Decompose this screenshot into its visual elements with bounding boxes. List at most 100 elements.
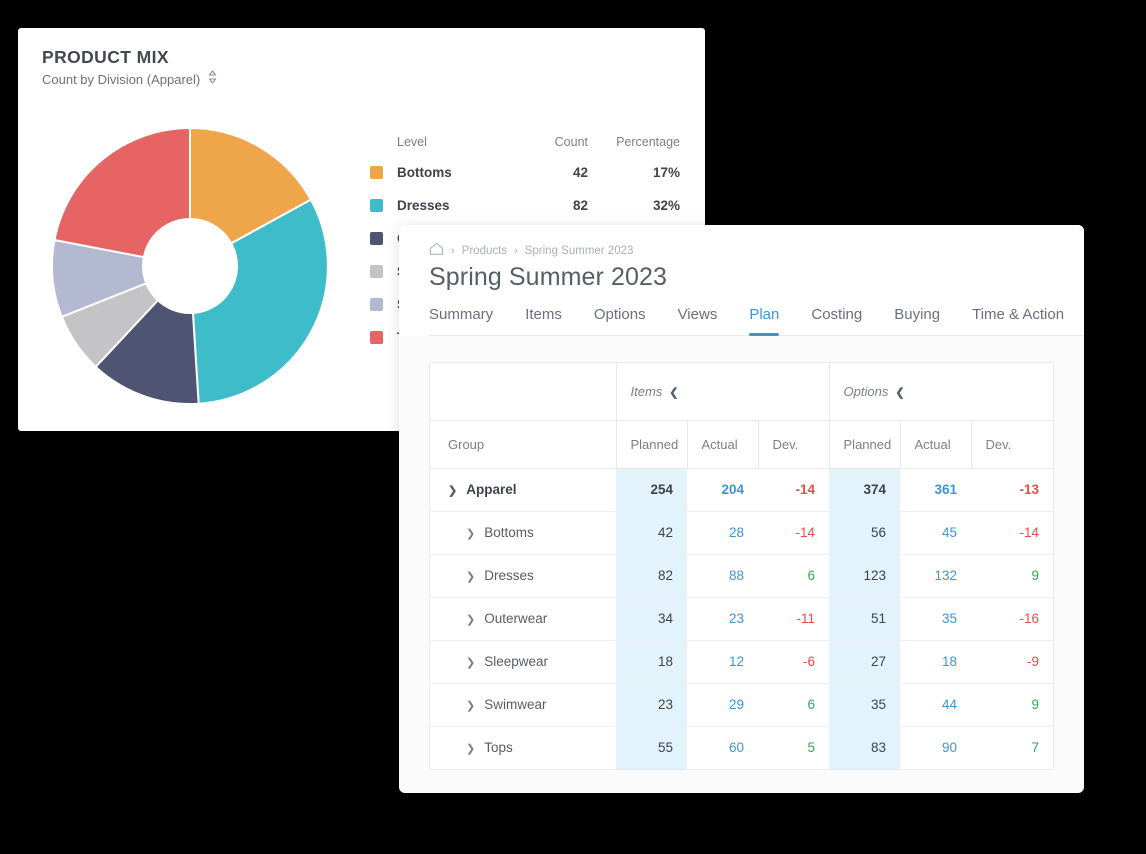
cell-options-dev: -14 [971, 511, 1054, 555]
row-label-cell[interactable]: ❯ Swimwear [430, 683, 616, 727]
cell-options-actual[interactable]: 45 [900, 511, 972, 555]
home-icon[interactable] [429, 242, 444, 259]
tab-summary[interactable]: Summary [429, 306, 493, 335]
row-label-cell[interactable]: ❯ Bottoms [430, 511, 616, 555]
page-title: PRODUCT MIX [42, 47, 169, 67]
legend-count: 82 [572, 198, 588, 213]
cell-items-actual[interactable]: 23 [687, 597, 758, 641]
chevron-right-icon[interactable]: ❯ [466, 527, 475, 540]
legend-percentage: 17% [652, 165, 680, 180]
cell-items-planned: 82 [616, 554, 687, 598]
column-header-options-dev[interactable]: Dev. [970, 420, 1054, 469]
legend-label: Bottoms [397, 165, 452, 180]
table-row[interactable]: ❯ Tops 55 60 5 83 90 7 [430, 726, 1053, 769]
donut-hole [142, 218, 238, 314]
column-header-items-dev[interactable]: Dev. [757, 420, 830, 469]
group-header-options: Options ❮ [828, 363, 1054, 421]
tab-bar: Summary Items Options Views Plan Costing… [429, 306, 1084, 336]
column-header-options-planned[interactable]: Planned [828, 420, 901, 469]
tab-items[interactable]: Items [525, 306, 562, 335]
cell-options-actual[interactable]: 132 [900, 554, 972, 598]
chevron-right-icon[interactable]: ❯ [466, 570, 475, 583]
column-header-items-actual[interactable]: Actual [686, 420, 758, 469]
legend-color-swatch [370, 166, 383, 179]
tab-options[interactable]: Options [594, 306, 646, 335]
cell-options-actual[interactable]: 90 [900, 726, 971, 769]
breadcrumb-item-current[interactable]: Spring Summer 2023 [525, 245, 634, 257]
cell-options-planned: 27 [829, 640, 901, 684]
cell-options-actual[interactable]: 44 [900, 683, 972, 727]
tab-views[interactable]: Views [678, 306, 718, 335]
row-label: Outerwear [484, 611, 548, 626]
cell-items-actual[interactable]: 28 [687, 511, 758, 555]
breadcrumb-item-products[interactable]: Products [462, 245, 507, 257]
chevron-right-icon[interactable]: ❯ [466, 699, 475, 712]
tab-time-action[interactable]: Time & Action [972, 306, 1064, 335]
chevron-right-icon[interactable]: ❯ [466, 656, 475, 669]
legend-count: 42 [572, 165, 588, 180]
cell-options-planned: 56 [829, 511, 901, 555]
tab-costing[interactable]: Costing [811, 306, 862, 335]
chevron-right-icon[interactable]: ❯ [466, 742, 475, 755]
chart-subtitle-row: Count by Division (Apparel) [42, 69, 217, 90]
legend-color-swatch [370, 298, 383, 311]
table-row[interactable]: ❯ Bottoms 42 28 -14 56 45 -14 [430, 511, 1054, 555]
legend-percentage: 32% [652, 198, 680, 213]
cell-options-planned: 83 [829, 726, 901, 769]
cell-items-planned: 34 [616, 597, 687, 641]
table-row[interactable]: ❯ Apparel 254 204 -14 374 361 -13 [430, 468, 1054, 512]
cell-items-dev: -11 [758, 597, 830, 641]
cell-options-dev: -16 [971, 597, 1054, 641]
cell-items-actual[interactable]: 29 [687, 683, 758, 727]
table-row[interactable]: ❯ Swimwear 23 29 6 35 44 9 [430, 683, 1054, 727]
cell-options-planned: 51 [829, 597, 901, 641]
cell-options-dev: -13 [971, 468, 1054, 512]
cell-options-dev: 7 [1031, 740, 1040, 756]
row-label-cell[interactable]: ❯ Outerwear [430, 597, 616, 641]
cell-options-actual[interactable]: 18 [900, 640, 972, 684]
row-label-cell[interactable]: ❯ Tops [430, 726, 616, 769]
chevron-left-icon[interactable]: ❮ [669, 387, 678, 399]
cell-items-actual[interactable]: 60 [687, 726, 758, 769]
chevron-right-icon[interactable]: ❯ [466, 613, 475, 626]
cell-options-actual[interactable]: 35 [900, 597, 972, 641]
chevron-down-icon[interactable]: ❯ [448, 484, 457, 497]
row-label-cell[interactable]: ❯ Sleepwear [430, 640, 616, 684]
tab-plan[interactable]: Plan [749, 306, 780, 336]
row-label: Bottoms [484, 525, 534, 540]
cell-options-dev: 9 [971, 683, 1054, 727]
cell-options-dev: 9 [971, 554, 1054, 598]
up-down-chevron-icon[interactable] [208, 69, 217, 90]
group-header-blank [430, 363, 616, 421]
legend-header-percentage: Percentage [616, 135, 680, 149]
cell-items-planned: 254 [616, 468, 687, 512]
row-label: Sleepwear [484, 654, 549, 669]
cell-options-actual[interactable]: 361 [900, 468, 972, 512]
legend-color-swatch [370, 331, 383, 344]
legend-color-swatch [370, 232, 383, 245]
cell-items-dev: -6 [758, 640, 830, 684]
cell-items-actual[interactable]: 204 [687, 468, 758, 512]
cell-options-planned: 123 [829, 554, 901, 598]
cell-items-actual[interactable]: 12 [687, 640, 758, 684]
chevron-left-icon[interactable]: ❮ [895, 387, 904, 399]
legend-header-level: Level [397, 135, 427, 149]
table-body: ❯ Apparel 254 204 -14 374 361 -13 ❯ Bottom… [430, 468, 1054, 769]
tab-buying[interactable]: Buying [894, 306, 940, 335]
row-label-cell[interactable]: ❯ Dresses [430, 554, 616, 598]
cell-items-dev: -14 [758, 511, 830, 555]
row-label-cell[interactable]: ❯ Apparel [430, 468, 616, 512]
table-row[interactable]: ❯ Outerwear 34 23 -11 51 35 -16 [430, 597, 1054, 641]
column-header-group[interactable]: Group [430, 420, 616, 469]
list-item[interactable]: Bottoms 42 17% [370, 156, 680, 189]
cell-items-actual[interactable]: 88 [687, 554, 758, 598]
table-row[interactable]: ❯ Sleepwear 18 12 -6 27 18 -9 [430, 640, 1054, 684]
column-header-items-planned[interactable]: Planned [615, 420, 687, 469]
legend-color-swatch [370, 199, 383, 212]
plan-detail-card: › Products › Spring Summer 2023 Spring S… [399, 225, 1084, 793]
breadcrumb-separator: › [514, 244, 518, 257]
list-item[interactable]: Dresses 82 32% [370, 189, 680, 222]
column-header-options-actual[interactable]: Actual [899, 420, 972, 469]
legend-swatch-spacer [370, 136, 383, 149]
table-row[interactable]: ❯ Dresses 82 88 6 123 132 9 [430, 554, 1054, 598]
